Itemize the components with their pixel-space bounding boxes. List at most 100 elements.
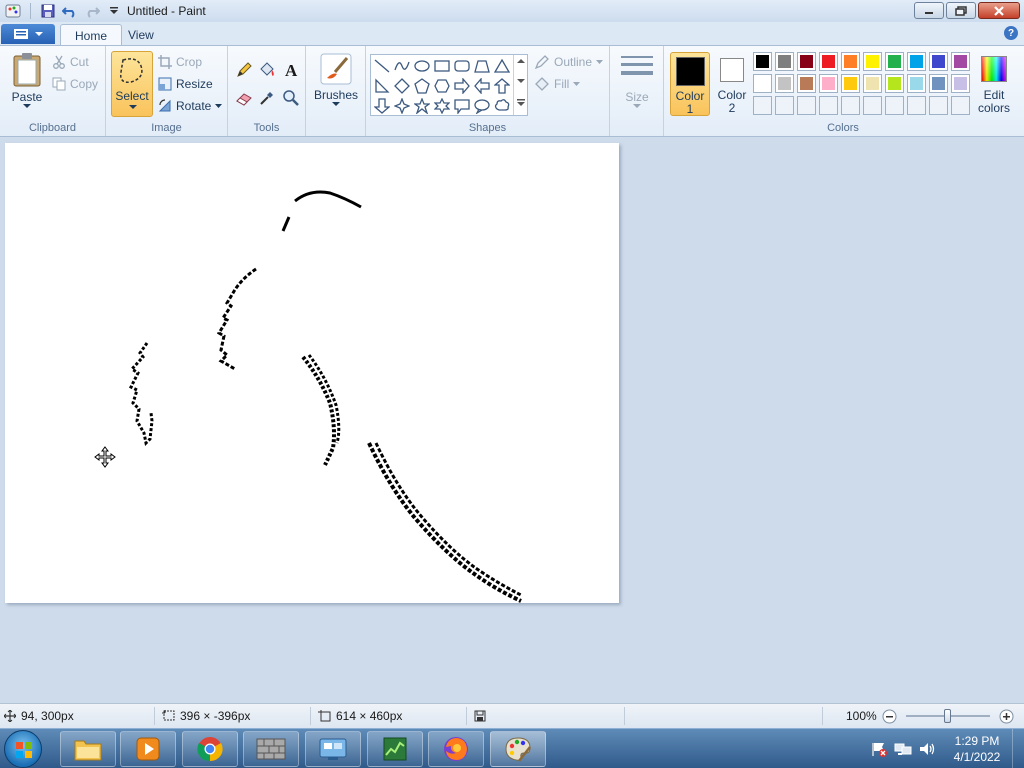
close-button[interactable] [978,2,1020,19]
customize-qat-icon[interactable] [105,2,123,20]
size-group: Size [610,46,664,136]
shapes-scrollbar[interactable] [513,55,528,115]
line-shape-icon[interactable] [372,56,392,76]
select-button[interactable]: Select [111,51,153,117]
taskbar-media-player[interactable] [120,731,176,767]
colors-group: Colors [664,46,1022,136]
zoom-in-icon[interactable] [999,709,1014,724]
task-manager-icon [383,737,407,761]
action-center-flag-icon[interactable] [870,741,888,757]
pentagon-shape-icon[interactable] [412,76,432,96]
tab-home[interactable]: Home [60,24,123,46]
magnifier-icon[interactable] [281,88,301,108]
volume-icon[interactable] [918,741,936,757]
four-point-star-shape-icon[interactable] [392,96,412,116]
fill-bucket-icon[interactable] [257,60,277,80]
hexagon-shape-icon[interactable] [432,76,452,96]
restore-button[interactable] [946,2,976,19]
minimize-button[interactable] [914,2,944,19]
chevron-down-icon [35,32,43,36]
start-button[interactable] [4,730,42,768]
curve-shape-icon[interactable] [392,56,412,76]
eraser-icon[interactable] [234,88,254,108]
crop-button[interactable]: Crop [158,52,202,72]
chevron-down-icon [23,104,31,108]
taskbar-firefox[interactable] [428,731,484,767]
chevron-down-icon [596,59,604,64]
firefox-icon [444,737,468,761]
line-size-icon [621,56,653,75]
taskbar-task-manager[interactable] [367,731,423,767]
chevron-down-icon [517,79,525,83]
system-tray: 1:29 PM 4/1/2022 [870,729,1024,768]
cut-button[interactable]: Cut [52,52,89,72]
diamond-shape-icon[interactable] [392,76,412,96]
rotate-button[interactable]: Rotate [158,96,223,116]
network-icon[interactable] [894,741,912,757]
resize-button[interactable]: Resize [158,74,213,94]
clipboard-group-label: Clipboard [28,122,77,134]
help-icon[interactable]: ? [1004,26,1018,40]
taskbar-control-panel[interactable] [305,731,361,767]
color-picker-icon[interactable] [257,88,277,108]
control-panel-icon [319,738,347,760]
up-arrow-shape-icon[interactable] [492,76,512,96]
outline-button[interactable]: Outline [534,52,604,72]
status-divider [154,707,155,725]
selection-size-text: 396 × -396px [180,709,251,723]
zoom-slider-thumb[interactable] [943,709,951,723]
save-icon[interactable] [39,2,57,20]
taskbar-firewall[interactable] [243,731,299,767]
move-cursor-icon [94,446,116,468]
drawing-canvas[interactable] [5,143,619,603]
clock-time: 1:29 PM [954,734,1000,748]
oval-shape-icon[interactable] [412,56,432,76]
image-group-label: Image [151,122,182,134]
title-bar: Untitled - Paint [0,0,1024,22]
fill-button[interactable]: Fill [534,74,581,94]
canvas-size: 614 × 460px [318,708,402,724]
status-divider [310,707,311,725]
zoom-slider[interactable] [905,709,990,723]
taskbar-paint[interactable] [490,731,546,767]
chevron-down-icon [573,81,581,86]
copy-button[interactable]: Copy [52,74,98,94]
clock[interactable]: 1:29 PM 4/1/2022 [942,733,1012,765]
five-point-star-shape-icon[interactable] [412,96,432,116]
brushes-button[interactable]: Brushes [314,52,358,107]
rotate-icon [158,99,171,112]
canvas-size-text: 614 × 460px [336,709,403,723]
rounded-rectangle-shape-icon[interactable] [452,56,472,76]
oval-callout-shape-icon[interactable] [472,96,492,116]
shapes-group-label: Shapes [468,122,507,134]
show-desktop-button[interactable] [1012,729,1024,768]
tab-view[interactable]: View [114,24,168,46]
triangle-shape-icon[interactable] [492,56,512,76]
text-tool-icon[interactable]: A [281,60,301,80]
undo-icon[interactable] [61,2,79,20]
right-triangle-shape-icon[interactable] [372,76,392,96]
crop-icon [158,55,172,69]
redo-icon[interactable] [83,2,101,20]
down-arrow-shape-icon[interactable] [372,96,392,116]
right-arrow-shape-icon[interactable] [452,76,472,96]
cut-label: Cut [70,55,89,69]
taskbar-file-explorer[interactable] [60,731,116,767]
pencil-icon[interactable] [234,60,254,80]
size-button[interactable]: Size [618,54,656,109]
cloud-callout-shape-icon[interactable] [492,96,512,116]
brushes-label: Brushes [313,88,359,102]
six-point-star-shape-icon[interactable] [432,96,452,116]
paste-button[interactable]: Paste [8,52,46,109]
rectangle-shape-icon[interactable] [432,56,452,76]
fill-icon [535,77,549,91]
zoom-out-icon[interactable] [882,709,897,724]
taskbar-chrome[interactable] [182,731,238,767]
left-arrow-shape-icon[interactable] [472,76,492,96]
stroke-top-tick [281,216,291,232]
paint-menu-button[interactable] [1,24,55,44]
paint-app-icon[interactable] [4,2,22,20]
selection-size: 396 × -396px [162,708,250,724]
polygon-shape-icon[interactable] [472,56,492,76]
rect-callout-shape-icon[interactable] [452,96,472,116]
